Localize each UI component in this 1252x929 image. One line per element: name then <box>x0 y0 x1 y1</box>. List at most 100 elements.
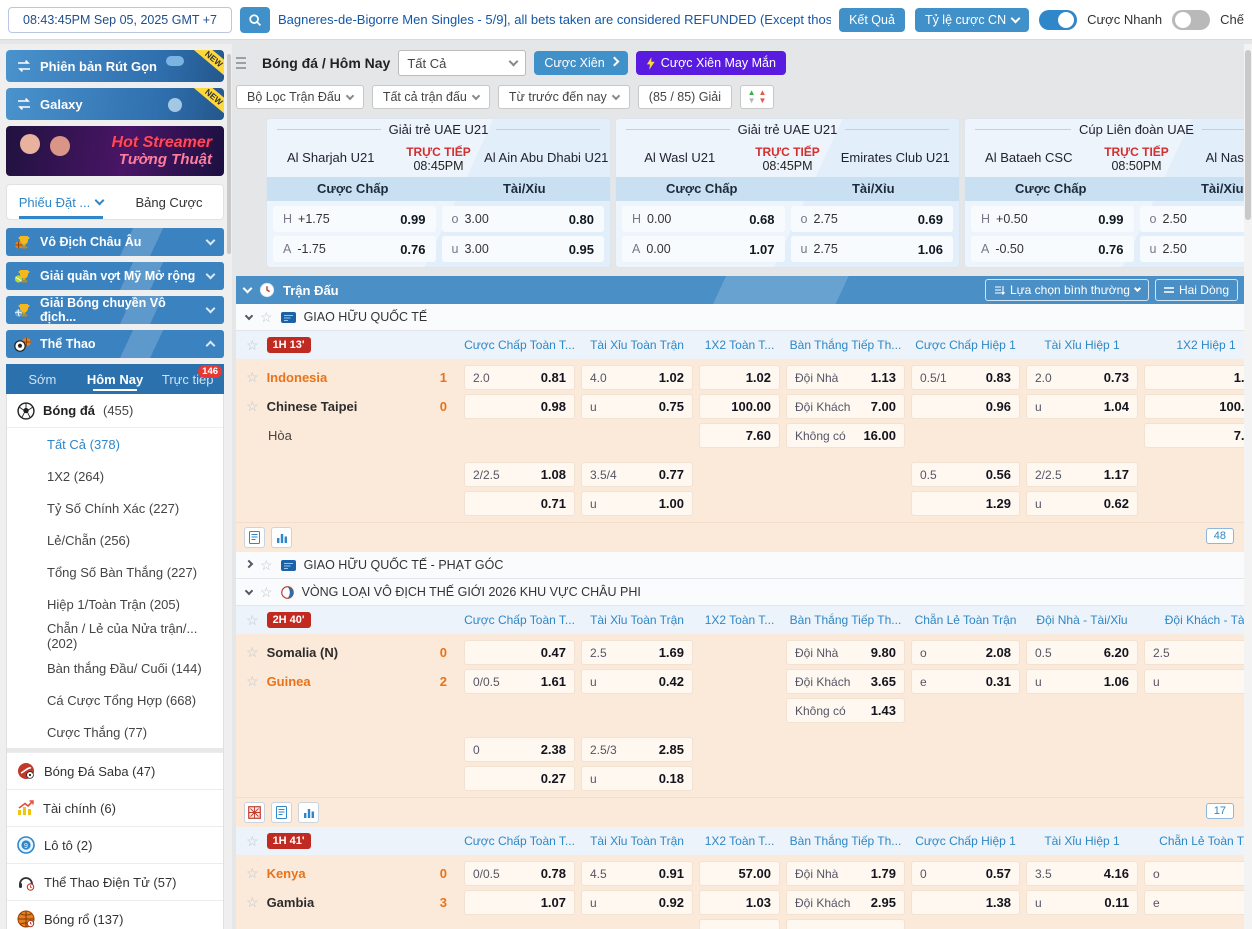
chevron-down-icon[interactable] <box>243 284 253 294</box>
chevron-down-icon[interactable] <box>472 91 480 99</box>
odds-cell[interactable]: 3.54.16 <box>1026 861 1138 886</box>
odds-cell[interactable]: 1.38 <box>911 890 1020 915</box>
odds-cell[interactable]: o0. <box>1144 861 1244 886</box>
odds-cell[interactable]: 2.00.73 <box>1026 365 1138 390</box>
odds-cell[interactable]: Không có16.00 <box>786 423 905 448</box>
odds-cell[interactable]: 100.00 <box>1144 394 1244 419</box>
compact-version-banner[interactable]: Phiên bản Rút Gọn NEW <box>6 50 224 82</box>
odds-cell[interactable]: e0. <box>1144 890 1244 915</box>
hot-streamer-promo[interactable]: Hot Streamer Tường Thuật <box>6 126 224 176</box>
handicap-odds-cell[interactable]: A-1.750.76 <box>273 236 436 262</box>
bet-type-item[interactable]: Cược Thắng (77) <box>7 716 223 748</box>
odds-cell[interactable]: 1.07 <box>464 890 575 915</box>
two-line-button[interactable]: Hai Dòng <box>1155 279 1238 301</box>
odds-cell[interactable]: 1.02 <box>699 365 780 390</box>
odds-cell[interactable]: Đội Nhà1.13 <box>786 365 905 390</box>
bet-type-item[interactable]: Tỷ Số Chính Xác (227) <box>7 492 223 524</box>
bet-type-item[interactable]: Chẵn / Lẻ của Nửa trận/... (202) <box>7 620 223 652</box>
odds-cell[interactable]: 100.00 <box>699 394 780 419</box>
chevron-right-icon[interactable] <box>245 559 253 567</box>
tab-Trực tiếp[interactable]: Trực tiếp146 <box>151 364 224 394</box>
search-button[interactable] <box>240 7 270 33</box>
filter-dropdown[interactable]: Tất cả trận đấu <box>372 85 490 109</box>
favorite-star-icon[interactable]: ☆ <box>260 584 273 601</box>
odds-cell[interactable]: Không có1.43 <box>786 698 905 723</box>
odds-cell[interactable]: u1.04 <box>1026 394 1138 419</box>
tab-bet-table[interactable]: Bảng Cược <box>115 185 223 219</box>
odds-cell[interactable]: 2.53. <box>1144 640 1244 665</box>
bet-type-item[interactable]: Tất Cả (378) <box>7 428 223 460</box>
odds-cell[interactable]: 2.51.69 <box>581 640 693 665</box>
league-header[interactable]: ☆GIAO HỮU QUỐC TẾ <box>236 304 1244 331</box>
filter-dropdown[interactable]: Bộ Lọc Trận Đấu <box>236 85 364 109</box>
chevron-down-icon[interactable] <box>206 236 216 246</box>
odds-cell[interactable]: 0/0.51.61 <box>464 669 575 694</box>
accordion-sports[interactable]: Thể Thao <box>6 330 224 358</box>
favorite-star-icon[interactable]: ☆ <box>246 865 259 882</box>
over-under-odds-cell[interactable]: u2.751.06 <box>791 236 954 262</box>
odds-cell[interactable]: Đội Khách2.95 <box>786 890 905 915</box>
odds-cell[interactable]: u0.75 <box>581 394 693 419</box>
odds-cell[interactable]: u1.00 <box>581 491 693 516</box>
sidebar-item-lotto[interactable]: 9Lô tô (2) <box>7 826 223 863</box>
odds-cell[interactable]: 0.5/10.83 <box>911 365 1020 390</box>
tool-button-chart-icon[interactable] <box>271 527 292 548</box>
tool-button-stats-icon[interactable] <box>244 527 265 548</box>
odds-cell[interactable]: 7.30 <box>1144 423 1244 448</box>
odds-cell[interactable]: 0.98 <box>464 394 575 419</box>
odds-cell[interactable] <box>699 919 780 929</box>
filter-dropdown[interactable]: Từ trước đến nay <box>498 85 630 109</box>
odds-cell[interactable]: Đội Khách7.00 <box>786 394 905 419</box>
chevron-down-icon[interactable] <box>206 304 216 314</box>
odds-cell[interactable]: 2/2.51.17 <box>1026 462 1138 487</box>
menu-icon[interactable] <box>236 57 246 69</box>
odds-cell[interactable]: 0.71 <box>464 491 575 516</box>
favorite-star-icon[interactable]: ☆ <box>246 833 259 850</box>
chevron-down-icon[interactable] <box>206 270 216 280</box>
odds-cell[interactable]: 00.57 <box>911 861 1020 886</box>
chevron-down-icon[interactable] <box>346 91 354 99</box>
odds-type-button[interactable]: Tỷ lệ cược CN <box>915 8 1029 32</box>
handicap-odds-cell[interactable]: H+1.750.99 <box>273 206 436 232</box>
lucky-parlay-button[interactable]: Cược Xiên May Mắn <box>636 51 786 75</box>
accordion-league-1[interactable]: Giải quần vợt Mỹ Mở rộng <box>6 262 224 290</box>
odds-cell[interactable]: 0.56.20 <box>1026 640 1138 665</box>
odds-cell[interactable]: u0.18 <box>581 766 693 791</box>
over-under-odds-cell[interactable]: u2.50 <box>1140 236 1245 262</box>
sidebar-scrollbar[interactable] <box>227 54 231 254</box>
sidebar-item-basketball[interactable]: Bóng rổ (137) <box>7 900 223 929</box>
odds-cell[interactable]: 2.5/32.85 <box>581 737 693 762</box>
results-button[interactable]: Kết Quả <box>839 8 905 32</box>
chevron-down-icon[interactable] <box>245 311 253 319</box>
tab-bet-slip[interactable]: Phiếu Đặt ... <box>7 185 115 219</box>
quick-bet-toggle[interactable] <box>1039 10 1077 30</box>
featured-match-card[interactable]: Cúp Liên đoàn UAEAl Bataeh CSCTRỰC TIẾP0… <box>964 118 1244 268</box>
bet-type-item[interactable]: Bàn thắng Đầu/ Cuối (144) <box>7 652 223 684</box>
odds-cell[interactable]: 02.38 <box>464 737 575 762</box>
sidebar-item-esports[interactable]: Thể Thao Điện Tử (57) <box>7 863 223 900</box>
league-header[interactable]: ☆GIAO HỮU QUỐC TẾ - PHẠT GÓC <box>236 552 1244 579</box>
chevron-down-icon[interactable] <box>612 91 620 99</box>
odds-cell[interactable]: 2/2.51.08 <box>464 462 575 487</box>
handicap-odds-cell[interactable]: H0.000.68 <box>622 206 785 232</box>
odds-cell[interactable]: 2.00.81 <box>464 365 575 390</box>
bet-type-item[interactable]: Lẻ/Chẵn (256) <box>7 524 223 556</box>
favorite-star-icon[interactable]: ☆ <box>246 369 259 386</box>
sport-filter-select[interactable]: Tất Cả <box>398 50 526 76</box>
odds-cell[interactable]: Đội Khách3.65 <box>786 669 905 694</box>
odds-cell[interactable]: u0.11 <box>1026 890 1138 915</box>
tool-button-grid-icon[interactable] <box>244 802 265 823</box>
accordion-league-0[interactable]: Vô Địch Châu Âu <box>6 228 224 256</box>
odds-cell[interactable]: 0.50.56 <box>911 462 1020 487</box>
odds-cell[interactable]: o2.08 <box>911 640 1020 665</box>
odds-cell[interactable]: Đội Nhà9.80 <box>786 640 905 665</box>
over-under-odds-cell[interactable]: o2.750.69 <box>791 206 954 232</box>
odds-cell[interactable]: u0.92 <box>581 890 693 915</box>
odds-cell[interactable]: 4.01.02 <box>581 365 693 390</box>
sidebar-item-finance[interactable]: Tài chính (6) <box>7 789 223 826</box>
handicap-odds-cell[interactable]: A-0.500.76 <box>971 236 1134 262</box>
bet-type-item[interactable]: Cá Cược Tổng Hợp (668) <box>7 684 223 716</box>
odds-cell[interactable]: 57.00 <box>699 861 780 886</box>
favorite-star-icon[interactable]: ☆ <box>246 894 259 911</box>
odds-cell[interactable]: 1.29 <box>911 491 1020 516</box>
